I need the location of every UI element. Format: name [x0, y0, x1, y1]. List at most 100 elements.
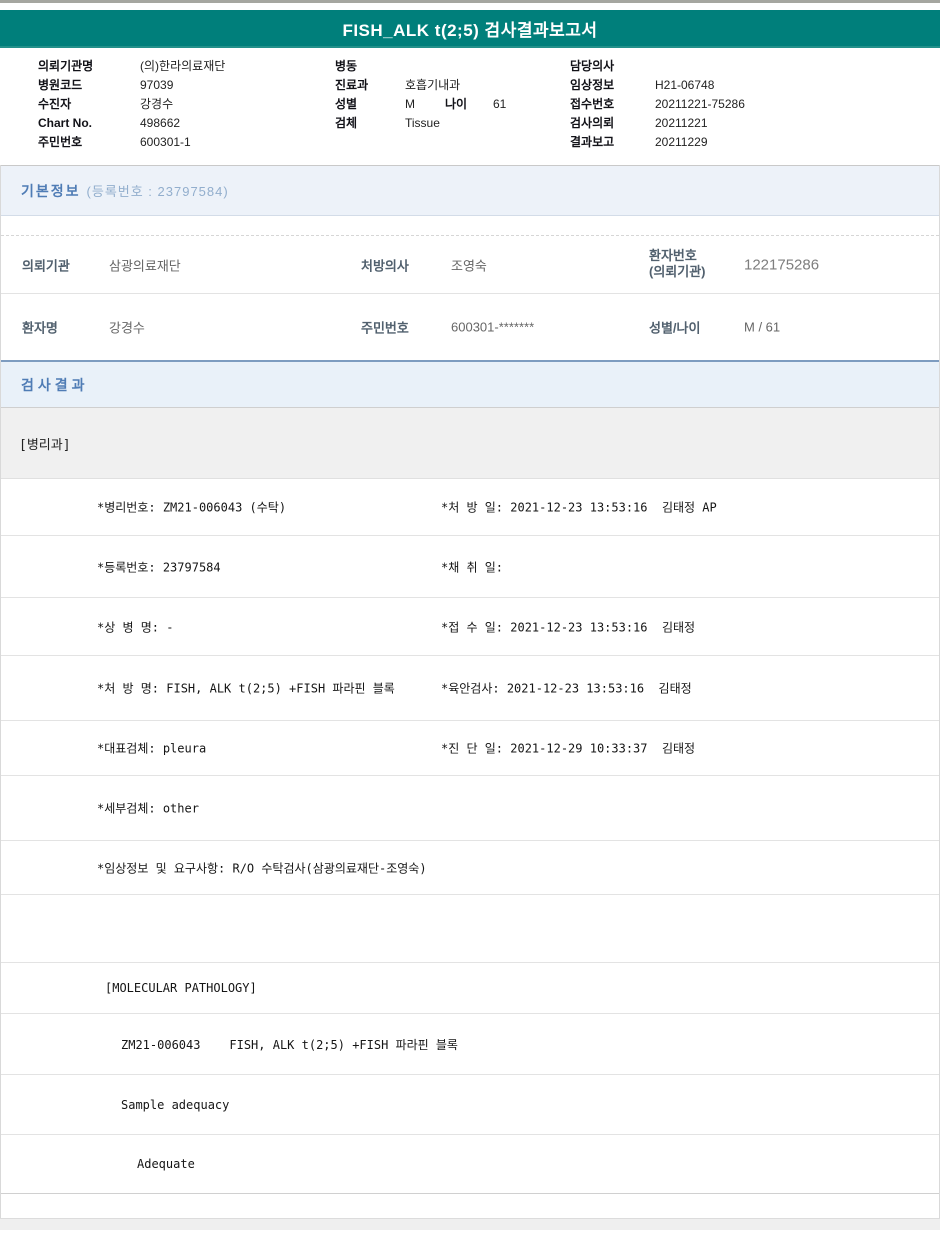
- department-row: [병리과]: [1, 408, 939, 479]
- field-requesting-org: 의뢰기관명 (의)한라의료재단: [38, 56, 225, 75]
- spacer-row: [1, 1194, 939, 1218]
- field-label: 담당의사: [570, 59, 615, 73]
- field-specimen: 검체 Tissue: [335, 113, 506, 132]
- table-row: 환자명 강경수 주민번호 600301-******* 성별/나이 M / 61: [1, 294, 939, 360]
- value-requesting-org: 삼광의료재단: [109, 258, 181, 273]
- molecular-pathology-header-row: [MOLECULAR PATHOLOGY]: [1, 963, 939, 1014]
- basic-info-registration-no: (등록번호 : 23797584): [86, 184, 229, 199]
- sample-adequacy-value: Adequate: [137, 1157, 195, 1171]
- field-clinical-info: 임상정보 H21-06748: [570, 75, 745, 94]
- label-patient-no: 환자번호 (의뢰기관): [649, 248, 706, 282]
- detail-left: *처 방 명: FISH, ALK t(2;5) +FISH 파라핀 블록: [97, 681, 395, 696]
- field-examinee: 수진자 강경수: [38, 94, 225, 113]
- molecular-pathology-header: [MOLECULAR PATHOLOGY]: [105, 981, 257, 995]
- sample-adequacy-label: Sample adequacy: [121, 1097, 230, 1112]
- field-value-sex: M: [405, 96, 415, 111]
- field-value: 강경수: [140, 97, 174, 111]
- test-results-section-header: 검사결과: [1, 360, 939, 408]
- field-resident-no: 주민번호 600301-1: [38, 132, 225, 151]
- field-value: (의)한라의료재단: [140, 59, 226, 73]
- field-department: 진료과 호흡기내과: [335, 75, 506, 94]
- detail-left: *등록번호: 23797584: [97, 560, 221, 574]
- field-label: 병동: [335, 59, 358, 73]
- value-patient-name: 강경수: [109, 320, 145, 336]
- sample-adequacy-row: Sample adequacy: [1, 1075, 939, 1135]
- field-value: 20211221: [655, 115, 708, 130]
- report-title: FISH_ALK t(2;5) 검사결과보고서: [342, 20, 598, 40]
- patient-header-col1: 의뢰기관명 (의)한라의료재단 병원코드 97039 수진자 강경수 Chart…: [38, 56, 225, 151]
- top-border-strip: [0, 0, 940, 3]
- field-label: 주민번호: [38, 135, 83, 149]
- patient-header-col2: 병동 진료과 호흡기내과 성별 M 나이 61 검체 Tissue: [335, 56, 506, 132]
- field-label: 검체: [335, 116, 358, 130]
- field-label-age: 나이: [445, 97, 468, 111]
- report-title-bar: FISH_ALK t(2;5) 검사결과보고서: [0, 10, 940, 48]
- detail-row-sub-specimen: *세부검체: other: [1, 776, 939, 841]
- detail-left: *상 병 명: -: [97, 620, 174, 634]
- field-receipt-no: 접수번호 20211221-75286: [570, 94, 745, 113]
- field-label: 접수번호: [570, 97, 615, 111]
- patient-header-col3: 담당의사 임상정보 H21-06748 접수번호 20211221-75286 …: [570, 56, 745, 151]
- label-prescribing-doctor: 처방의사: [361, 258, 409, 273]
- field-result-reported: 결과보고 20211229: [570, 132, 745, 151]
- field-value: 498662: [140, 115, 181, 130]
- test-results-title: 검사결과: [21, 376, 89, 393]
- field-label: 수진자: [38, 97, 72, 111]
- bottom-border-strip: [0, 1218, 940, 1230]
- field-label: 병원코드: [38, 78, 83, 92]
- field-value: 호흡기내과: [405, 78, 461, 92]
- basic-info-section-header: 기본정보 (등록번호 : 23797584): [1, 165, 939, 216]
- detail-left: *대표검체: pleura: [97, 741, 207, 756]
- field-value: 97039: [140, 77, 174, 92]
- basic-info-title: 기본정보: [21, 182, 81, 199]
- molecular-order-line: ZM21-006043 FISH, ALK t(2;5) +FISH 파라핀 블…: [121, 1037, 458, 1052]
- label-sex-age: 성별/나이: [649, 320, 701, 336]
- field-value: 20211229: [655, 134, 708, 149]
- field-attending-doctor: 담당의사: [570, 56, 745, 75]
- detail-right: *육안검사: 2021-12-23 13:53:16 김태정: [441, 681, 692, 696]
- detail-right: *채 취 일:: [441, 560, 504, 574]
- field-label: 검사의뢰: [570, 116, 615, 130]
- field-value: H21-06748: [655, 77, 715, 92]
- department-label: [병리과]: [19, 437, 71, 453]
- sample-adequacy-value-row: Adequate: [1, 1135, 939, 1194]
- field-label: 의뢰기관명: [38, 59, 94, 73]
- detail-row-registration-no: *등록번호: 23797584 *채 취 일:: [1, 536, 939, 598]
- field-hospital-code: 병원코드 97039: [38, 75, 225, 94]
- value-sex-age: M / 61: [744, 319, 781, 335]
- detail-right: *접 수 일: 2021-12-23 13:53:16 김태정: [441, 620, 696, 634]
- value-patient-no: 122175286: [744, 256, 820, 273]
- detail-row-pathology-no: *병리번호: ZM21-006043 (수탁) *처 방 일: 2021-12-…: [1, 479, 939, 536]
- field-value-age: 61: [493, 96, 507, 111]
- report-body: 기본정보 (등록번호 : 23797584) 의뢰기관 삼광의료재단 처방의사 …: [0, 165, 940, 1218]
- field-label: 결과보고: [570, 135, 615, 149]
- detail-left: *임상정보 및 요구사항: R/O 수탁검사(삼광의료재단-조영숙): [97, 861, 427, 875]
- field-label-sex: 성별: [335, 97, 358, 111]
- field-value: 20211221-75286: [655, 96, 745, 111]
- field-label: 진료과: [335, 78, 369, 92]
- label-patient-name: 환자명: [22, 320, 58, 336]
- field-label: 임상정보: [570, 78, 615, 92]
- field-chart-no: Chart No. 498662: [38, 113, 225, 132]
- label-patient-no-line2: (의뢰기관): [649, 264, 706, 280]
- field-value: Tissue: [405, 115, 440, 130]
- detail-right: *처 방 일: 2021-12-23 13:53:16 김태정 AP: [441, 500, 717, 515]
- detail-left: *세부검체: other: [97, 801, 199, 816]
- field-test-requested: 검사의뢰 20211221: [570, 113, 745, 132]
- table-row: 의뢰기관 삼광의료재단 처방의사 조영숙 환자번호 (의뢰기관) 12217528…: [1, 235, 939, 294]
- detail-row-representative-specimen: *대표검체: pleura *진 단 일: 2021-12-29 10:33:3…: [1, 721, 939, 776]
- field-value: 600301-1: [140, 134, 191, 149]
- value-resident-no: 600301-*******: [451, 319, 535, 335]
- spacer-row: [1, 895, 939, 963]
- field-ward: 병동: [335, 56, 506, 75]
- field-label: Chart No.: [38, 115, 92, 130]
- basic-info-table: 의뢰기관 삼광의료재단 처방의사 조영숙 환자번호 (의뢰기관) 12217528…: [1, 216, 939, 360]
- label-resident-no: 주민번호: [361, 320, 409, 336]
- label-patient-no-line1: 환자번호: [649, 247, 697, 263]
- field-sex-age: 성별 M 나이 61: [335, 94, 506, 113]
- detail-right: *진 단 일: 2021-12-29 10:33:37 김태정: [441, 741, 696, 756]
- molecular-order-row: ZM21-006043 FISH, ALK t(2;5) +FISH 파라핀 블…: [1, 1014, 939, 1075]
- value-prescribing-doctor: 조영숙: [451, 258, 487, 273]
- detail-left: *병리번호: ZM21-006043 (수탁): [97, 500, 287, 515]
- detail-row-clinical-request: *임상정보 및 요구사항: R/O 수탁검사(삼광의료재단-조영숙): [1, 841, 939, 895]
